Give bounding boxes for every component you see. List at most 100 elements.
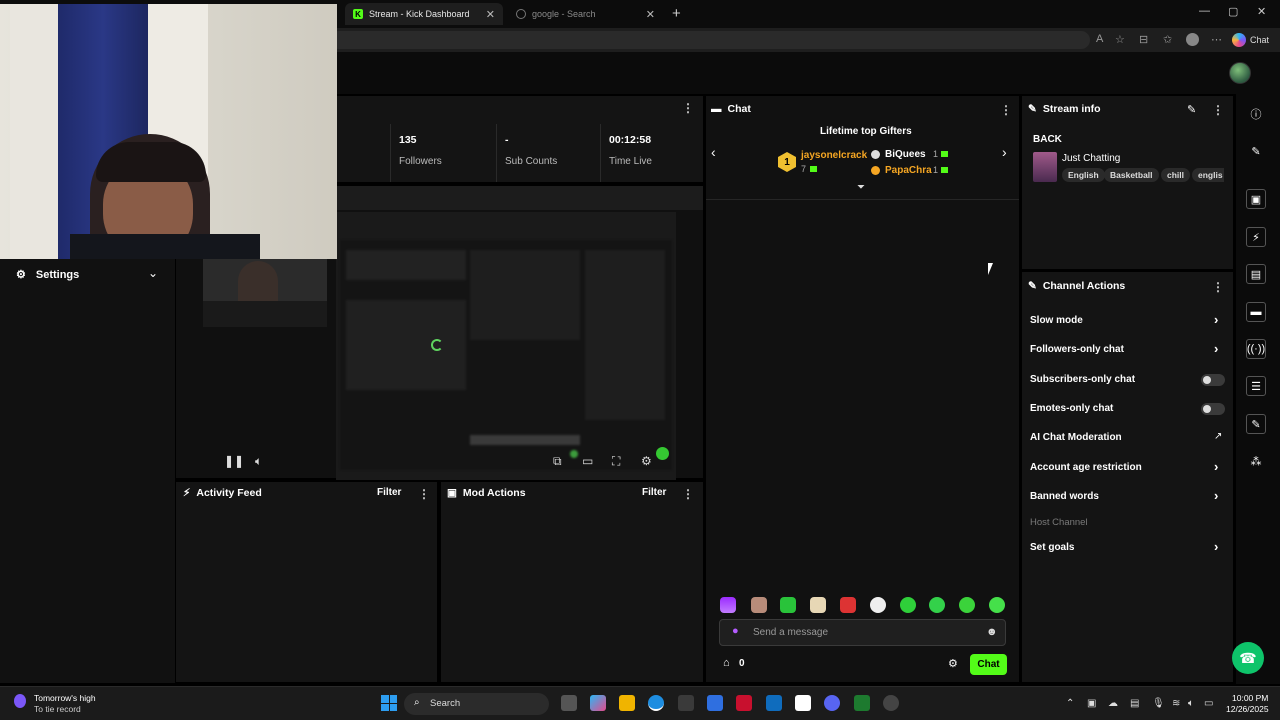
task-view-icon[interactable] — [561, 695, 577, 711]
stats-menu-icon[interactable]: ⋮ — [682, 102, 694, 114]
tab-kick-dashboard[interactable]: K Stream - Kick Dashboard ✕ — [345, 3, 503, 25]
chevron-down-icon[interactable]: ⌄ — [148, 266, 158, 280]
clock-date[interactable]: 12/26/2025 — [1226, 704, 1269, 714]
volume-icon[interactable]: 🔈︎ — [1188, 698, 1194, 709]
mcafee-icon[interactable] — [736, 695, 752, 711]
close-tab-icon[interactable]: ✕ — [646, 8, 655, 21]
account-age-item[interactable]: Account age restriction — [1030, 462, 1142, 473]
player-settings-icon[interactable]: ⚙ — [641, 454, 652, 468]
collapse-gifters-icon[interactable]: ⏷ — [857, 182, 865, 193]
broadcast-icon[interactable]: ((·)) — [1246, 339, 1266, 359]
chevron-right-icon[interactable]: › — [1214, 312, 1218, 327]
copilot-app-icon[interactable] — [590, 695, 606, 711]
channel-actions-menu-icon[interactable]: ⋮ — [1212, 281, 1224, 293]
taskbar-search[interactable]: ⌕ Search — [404, 693, 549, 715]
favorites-icon[interactable]: ✩ — [1163, 33, 1172, 46]
emote-icon[interactable] — [780, 597, 796, 613]
volume-icon[interactable]: 🔈︎ — [255, 454, 262, 469]
emote-icon[interactable] — [900, 597, 916, 613]
tray-app-icon[interactable]: ▤ — [1130, 698, 1139, 709]
emote-icon[interactable] — [989, 597, 1005, 613]
emote-icon[interactable] — [959, 597, 975, 613]
outlook-icon[interactable] — [766, 695, 782, 711]
favorite-star-icon[interactable]: ☆ — [1115, 33, 1125, 46]
emoji-icon[interactable]: ☻ — [986, 626, 998, 638]
onedrive-icon[interactable]: ☁ — [1108, 698, 1118, 709]
emote-icon[interactable] — [751, 597, 767, 613]
nodes-icon[interactable]: ⁂ — [1246, 451, 1266, 471]
new-tab-button[interactable]: + — [672, 5, 681, 22]
panels-icon[interactable]: ☰ — [1246, 376, 1266, 396]
weather-icon[interactable] — [14, 694, 26, 708]
set-goals-item[interactable]: Set goals — [1030, 542, 1074, 553]
tray-app-icon[interactable]: ▣ — [1087, 698, 1096, 709]
file-explorer-icon[interactable] — [619, 695, 635, 711]
copilot-button[interactable]: Chat — [1232, 31, 1269, 49]
battery-icon[interactable]: ▭ — [1204, 698, 1213, 709]
store-app-icon[interactable] — [678, 695, 694, 711]
support-chat-button[interactable]: ☎ — [1232, 642, 1264, 674]
maximize-button[interactable]: ▢ — [1228, 5, 1238, 18]
read-aloud-icon[interactable]: A — [1096, 33, 1103, 45]
chevron-right-icon[interactable]: › — [1214, 459, 1218, 474]
edit-icon[interactable]: ✎ — [1187, 103, 1196, 116]
activity-menu-icon[interactable]: ⋮ — [418, 488, 430, 500]
discord-icon[interactable] — [824, 695, 840, 711]
split-screen-icon[interactable]: ⊟ — [1139, 33, 1148, 46]
gifter-name[interactable]: BiQuees — [885, 149, 926, 160]
theater-mode-icon[interactable]: ▭ — [582, 454, 593, 468]
category-name[interactable]: Just Chatting — [1062, 153, 1120, 164]
chevron-left-icon[interactable]: ‹ — [711, 144, 716, 160]
address-bar[interactable] — [330, 31, 1090, 49]
wrench-icon[interactable]: ✎ — [1246, 414, 1266, 434]
emote-icon[interactable] — [810, 597, 826, 613]
mod-menu-icon[interactable]: ⋮ — [682, 488, 694, 500]
lightning-icon[interactable]: ⚡︎ — [1246, 227, 1266, 247]
emotes-only-toggle[interactable] — [1201, 403, 1225, 415]
minimize-button[interactable]: — — [1199, 5, 1210, 17]
obs-icon[interactable] — [883, 695, 899, 711]
close-tab-icon[interactable]: ✕ — [486, 8, 495, 21]
chat-bubble-icon[interactable]: ▬ — [1246, 302, 1266, 322]
external-link-icon[interactable]: ↗ — [1214, 431, 1222, 442]
emote-icon[interactable] — [840, 597, 856, 613]
send-chat-button[interactable]: Chat — [970, 654, 1007, 675]
subscribers-only-toggle[interactable] — [1201, 374, 1225, 386]
ai-moderation-item[interactable]: AI Chat Moderation — [1030, 432, 1122, 443]
store-icon[interactable]: ⌂ — [723, 657, 730, 669]
gifter-name[interactable]: PapaChra — [885, 165, 932, 176]
close-window-button[interactable]: ✕ — [1257, 5, 1266, 18]
stream-info-menu-icon[interactable]: ⋮ — [1212, 104, 1224, 116]
mod-filter-button[interactable]: Filter — [642, 487, 666, 498]
tab-google-search[interactable]: google - Search ✕ — [508, 3, 663, 25]
microphone-icon[interactable]: 🎙︎ — [1152, 698, 1165, 709]
banned-words-item[interactable]: Banned words — [1030, 491, 1099, 502]
emote-icon[interactable] — [929, 597, 945, 613]
pause-icon[interactable]: ❚❚ — [224, 454, 244, 468]
chat-settings-icon[interactable]: ⚙ — [948, 657, 958, 670]
excel-icon[interactable] — [854, 695, 870, 711]
clock-time[interactable]: 10:00 PM — [1232, 693, 1268, 703]
vscode-icon[interactable] — [707, 695, 723, 711]
slow-mode-item[interactable]: Slow mode — [1030, 315, 1083, 326]
more-icon[interactable]: ⋯ — [1211, 33, 1222, 46]
chevron-right-icon[interactable]: › — [1214, 488, 1218, 503]
layout-icon[interactable]: ▣ — [1246, 189, 1266, 209]
stream-video[interactable] — [336, 212, 676, 480]
activity-filter-button[interactable]: Filter — [377, 487, 401, 498]
wifi-icon[interactable]: ≋ — [1172, 698, 1180, 709]
chat-menu-icon[interactable]: ⋮ — [1000, 104, 1012, 116]
chevron-right-icon[interactable]: › — [1002, 144, 1007, 160]
settings-header[interactable]: ⚙ Settings — [16, 268, 79, 282]
followers-only-item[interactable]: Followers-only chat — [1030, 344, 1124, 355]
picture-in-picture-icon[interactable]: ⧉ — [553, 454, 562, 469]
chevron-right-icon[interactable]: › — [1214, 539, 1218, 554]
fullscreen-icon[interactable]: ⛶ — [612, 454, 620, 469]
emote-icon[interactable] — [720, 597, 736, 613]
weather-title[interactable]: Tomorrow's high — [34, 693, 96, 703]
edge-icon[interactable] — [648, 695, 664, 711]
info-icon[interactable]: ⓘ — [1246, 104, 1266, 124]
profile-icon[interactable] — [1186, 33, 1199, 46]
emote-icon[interactable] — [870, 597, 886, 613]
microphone-icon[interactable]: ● — [732, 625, 739, 637]
